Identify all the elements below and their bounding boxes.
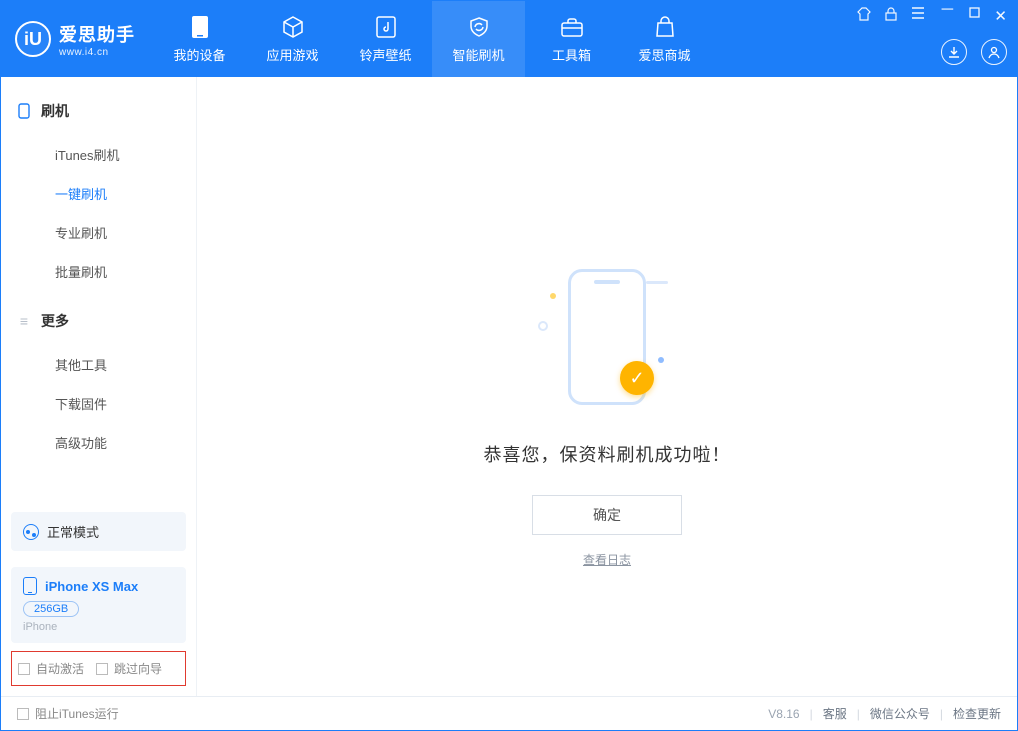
- titlebar-right: － ✕: [857, 1, 1017, 77]
- checkmark-badge-icon: ✓: [620, 361, 654, 395]
- sidebar-item-advanced[interactable]: 高级功能: [1, 423, 196, 462]
- statusbar: 阻止iTunes运行 V8.16 | 客服 | 微信公众号 | 检查更新: [1, 696, 1017, 730]
- minimize-button[interactable]: －: [939, 7, 955, 25]
- flash-options-box: 自动激活 跳过向导: [11, 651, 186, 686]
- ok-button[interactable]: 确定: [532, 495, 682, 535]
- view-log-link[interactable]: 查看日志: [583, 551, 631, 568]
- brand: iU 爱思助手 www.i4.cn: [1, 1, 153, 77]
- nav-apps-games[interactable]: 应用游戏: [246, 1, 339, 77]
- refresh-shield-icon: [467, 15, 491, 39]
- success-message: 恭喜您，保资料刷机成功啦！: [484, 441, 731, 467]
- brand-url: www.i4.cn: [59, 47, 135, 58]
- nav-smart-flash[interactable]: 智能刷机: [432, 1, 525, 77]
- success-illustration: ✓: [532, 257, 682, 417]
- phone-small-icon: [17, 103, 31, 119]
- nav-store[interactable]: 爱思商城: [618, 1, 711, 77]
- device-mode-label: 正常模式: [47, 522, 99, 541]
- brand-name: 爱思助手: [59, 21, 135, 47]
- sidebar-item-itunes-flash[interactable]: iTunes刷机: [1, 135, 196, 174]
- link-check-update[interactable]: 检查更新: [953, 705, 1001, 722]
- nav-toolbox[interactable]: 工具箱: [525, 1, 618, 77]
- toolbox-icon: [560, 15, 584, 39]
- main-content: ✓ 恭喜您，保资料刷机成功啦！ 确定 查看日志: [197, 77, 1017, 696]
- sidebar-group-flash: 刷机: [1, 93, 196, 129]
- list-icon: ≡: [17, 313, 31, 329]
- menu-icon[interactable]: [911, 7, 925, 25]
- cube-icon: [281, 15, 305, 39]
- window-controls: － ✕: [857, 7, 1007, 25]
- app-window: iU 爱思助手 www.i4.cn 我的设备 应用游戏 铃声壁纸 智能刷机: [0, 0, 1018, 731]
- link-support[interactable]: 客服: [823, 705, 847, 722]
- checkbox-skip-guide[interactable]: 跳过向导: [96, 660, 162, 677]
- sidebar-item-other-tools[interactable]: 其他工具: [1, 345, 196, 384]
- checkbox-auto-activate[interactable]: 自动激活: [18, 660, 84, 677]
- download-button[interactable]: [941, 39, 967, 65]
- sidebar-item-pro-flash[interactable]: 专业刷机: [1, 213, 196, 252]
- device-subtitle: iPhone: [23, 621, 174, 633]
- maximize-button[interactable]: [969, 7, 980, 25]
- bag-icon: [653, 15, 677, 39]
- titlebar: iU 爱思助手 www.i4.cn 我的设备 应用游戏 铃声壁纸 智能刷机: [1, 1, 1017, 77]
- mode-icon: [23, 524, 39, 540]
- skin-icon[interactable]: [857, 7, 871, 25]
- sidebar-item-batch-flash[interactable]: 批量刷机: [1, 252, 196, 291]
- device-info-box[interactable]: iPhone XS Max 256GB iPhone: [11, 567, 186, 643]
- lock-icon[interactable]: [885, 7, 897, 25]
- nav-ringtones-wallpapers[interactable]: 铃声壁纸: [339, 1, 432, 77]
- user-button[interactable]: [981, 39, 1007, 65]
- body: 刷机 iTunes刷机 一键刷机 专业刷机 批量刷机 ≡ 更多 其他工具 下载固…: [1, 77, 1017, 696]
- sidebar-item-download-firmware[interactable]: 下载固件: [1, 384, 196, 423]
- link-wechat[interactable]: 微信公众号: [870, 705, 930, 722]
- top-nav: 我的设备 应用游戏 铃声壁纸 智能刷机 工具箱 爱思商城: [153, 1, 711, 77]
- device-mode-box[interactable]: 正常模式: [11, 512, 186, 551]
- device-phone-icon: [23, 577, 37, 595]
- sidebar-group-more: ≡ 更多: [1, 303, 196, 339]
- sidebar: 刷机 iTunes刷机 一键刷机 专业刷机 批量刷机 ≡ 更多 其他工具 下载固…: [1, 77, 197, 696]
- device-capacity: 256GB: [23, 601, 79, 617]
- checkbox-block-itunes[interactable]: 阻止iTunes运行: [17, 705, 119, 722]
- version-label: V8.16: [768, 707, 799, 721]
- close-button[interactable]: ✕: [994, 7, 1007, 25]
- device-name: iPhone XS Max: [45, 579, 138, 594]
- sidebar-item-oneclick-flash[interactable]: 一键刷机: [1, 174, 196, 213]
- brand-logo-icon: iU: [15, 21, 51, 57]
- nav-my-device[interactable]: 我的设备: [153, 1, 246, 77]
- device-icon: [188, 15, 212, 39]
- music-file-icon: [374, 15, 398, 39]
